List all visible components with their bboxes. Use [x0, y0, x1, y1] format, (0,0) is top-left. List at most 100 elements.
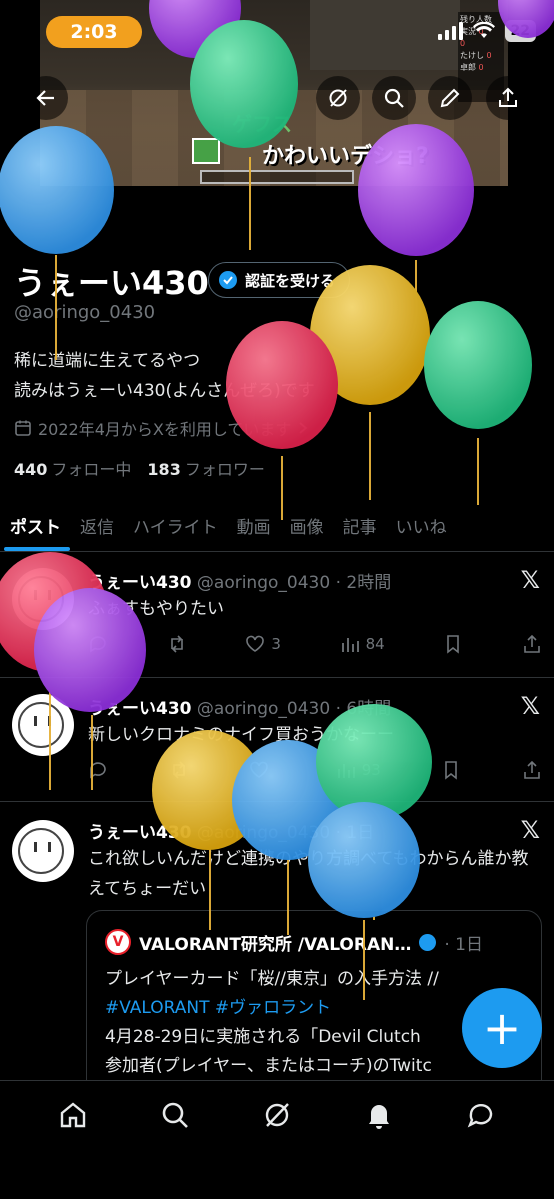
tab-articles[interactable]: 記事	[333, 500, 386, 551]
views-button[interactable]: 84	[340, 634, 385, 654]
like-button[interactable]: 3	[245, 634, 281, 654]
avatar[interactable]	[12, 568, 74, 630]
status-icons: 22	[437, 20, 536, 42]
avatar[interactable]	[12, 694, 74, 756]
repost-button[interactable]	[169, 760, 189, 780]
share-icon	[524, 634, 540, 653]
quote-avatar: V	[105, 929, 131, 955]
bookmark-icon	[447, 635, 460, 654]
grok-icon	[329, 89, 347, 107]
balloon-green	[424, 301, 532, 429]
heart-icon	[246, 635, 265, 652]
post-header: うぇーい430 @aoringo_0430 · 6時間	[88, 694, 391, 719]
post-actions: 3 84	[88, 634, 542, 654]
post-text: ふぁすもやりたい	[88, 599, 224, 619]
repost-icon	[170, 635, 183, 653]
followers-label: フォロワー	[184, 460, 265, 479]
grok-icon	[265, 1103, 289, 1127]
nav-notifications[interactable]	[359, 1095, 399, 1135]
like-count: 3	[271, 635, 281, 653]
reply-button[interactable]	[88, 634, 108, 654]
views-icon	[337, 764, 355, 778]
banner-caption-2: かわいいデショ?	[262, 144, 429, 169]
profile-bio: 稀に道端に生えてるやつ 読みはうぇーい430(よんさんぜろ)です	[14, 346, 315, 406]
verify-button-label: 認証を受ける	[245, 271, 336, 290]
follow-stats: 440 フォロー中 183 フォロワー	[14, 456, 265, 480]
share-post-button[interactable]	[522, 760, 542, 780]
edit-button[interactable]	[428, 76, 472, 120]
nav-messages[interactable]	[461, 1095, 501, 1135]
search-icon	[162, 1102, 188, 1128]
followers-link[interactable]: 183 フォロワー	[147, 456, 264, 480]
post-header: うぇーい430 @aoringo_0430 · 2時間	[88, 568, 391, 593]
bottom-nav	[0, 1080, 554, 1199]
reply-icon	[90, 636, 106, 653]
battery-icon: 22	[504, 20, 536, 42]
joined-text: 2022年4月からXを利用しています	[38, 420, 292, 439]
chevron-right-icon	[299, 422, 308, 434]
post-actions: 93	[88, 760, 542, 780]
reply-icon	[90, 762, 106, 779]
nav-home[interactable]	[53, 1095, 93, 1135]
quote-time: · 1日	[444, 934, 483, 955]
views-button[interactable]: 93	[336, 760, 381, 780]
compose-button[interactable]: +	[462, 988, 542, 1068]
calendar-icon	[15, 420, 31, 436]
post-author: うぇーい430	[88, 573, 192, 593]
tab-images[interactable]: 画像	[280, 500, 333, 551]
reply-button[interactable]	[88, 760, 108, 780]
heart-icon	[250, 761, 268, 778]
share-post-button[interactable]	[522, 634, 542, 654]
status-time: 2:03	[46, 16, 142, 48]
bio-line: 稀に道端に生えてるやつ	[14, 351, 201, 371]
joined-date[interactable]: 2022年4月からXを利用しています	[14, 416, 309, 440]
bell-icon	[369, 1105, 389, 1129]
profile-tabs: ポスト 返信 ハイライト 動画 画像 記事 いいね	[0, 500, 554, 552]
post-meta: @aoringo_0430 · 2時間	[196, 573, 392, 593]
nav-search[interactable]	[155, 1095, 195, 1135]
quote-author: VALORANT研究所 /VALORAN…	[139, 934, 412, 955]
nav-grok[interactable]	[257, 1095, 297, 1135]
scoreboard-value: 0	[478, 63, 484, 72]
tab-replies[interactable]: 返信	[70, 500, 123, 551]
followers-count: 183	[147, 460, 181, 479]
verified-check-icon	[219, 271, 237, 289]
post-item[interactable]: うぇーい430 @aoringo_0430 · 6時間 𝕏 新しいクロナミのナイ…	[0, 678, 554, 802]
verify-button[interactable]: 認証を受ける	[208, 262, 351, 298]
like-button[interactable]	[249, 760, 275, 780]
share-button[interactable]	[486, 76, 530, 120]
banner-caption-1: ゲフス	[232, 112, 292, 136]
quote-line: プレイヤーカード「桜//東京」の入手方法 //	[105, 969, 439, 989]
post-text: これ欲しいんだけど連携のやり方調べてもわからん誰か教えてちょーだい	[88, 849, 529, 899]
search-button[interactable]	[372, 76, 416, 120]
profile-name: うぇーい430	[14, 264, 209, 302]
repost-icon	[172, 761, 185, 779]
post-meta: @aoringo_0430 · 1日	[196, 823, 375, 843]
grok-button[interactable]	[316, 76, 360, 120]
post-author: うぇーい430	[88, 823, 192, 843]
profile-handle: @aoringo_0430	[14, 302, 156, 323]
tab-videos[interactable]: 動画	[227, 500, 280, 551]
x-logo-icon: 𝕏	[520, 816, 540, 844]
tab-likes[interactable]: いいね	[386, 500, 456, 551]
post-meta: @aoringo_0430 · 6時間	[196, 699, 392, 719]
bio-line: 読みはうぇーい430(よんさんぜろ)です	[14, 381, 315, 401]
bookmark-button[interactable]	[443, 634, 463, 654]
repost-button[interactable]	[167, 634, 187, 654]
following-label: フォロー中	[51, 460, 132, 479]
home-icon	[60, 1102, 86, 1128]
following-link[interactable]: 440 フォロー中	[14, 456, 131, 480]
avatar[interactable]	[12, 820, 74, 882]
bookmark-button[interactable]	[441, 760, 461, 780]
x-logo-icon: 𝕏	[520, 692, 540, 720]
tab-highlights[interactable]: ハイライト	[123, 500, 227, 551]
share-icon	[499, 87, 517, 107]
post-author: うぇーい430	[88, 699, 192, 719]
back-button[interactable]	[24, 76, 68, 120]
plus-icon: +	[482, 1001, 522, 1055]
scoreboard-value: 0	[486, 51, 492, 60]
views-icon	[341, 638, 359, 652]
post-item[interactable]: うぇーい430 @aoringo_0430 · 2時間 𝕏 ふぁすもやりたい 3…	[0, 552, 554, 678]
post-header: うぇーい430 @aoringo_0430 · 1日	[88, 818, 374, 843]
tab-posts[interactable]: ポスト	[0, 500, 70, 551]
